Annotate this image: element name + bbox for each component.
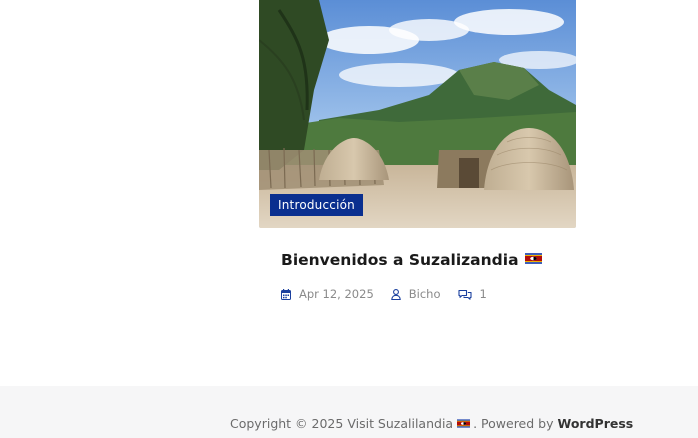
post-date[interactable]: Apr 12, 2025 bbox=[281, 287, 374, 301]
user-icon bbox=[390, 288, 401, 300]
footer-wordpress-link[interactable]: WordPress bbox=[557, 416, 633, 431]
footer-site-link[interactable]: Visit Suzalilandia bbox=[347, 416, 453, 431]
post-author-text: Bicho bbox=[408, 287, 441, 301]
calendar-icon bbox=[281, 288, 291, 300]
eswatini-flag-icon bbox=[524, 253, 542, 264]
footer-powered-by: . Powered by bbox=[473, 416, 554, 431]
footer-credits: Copyright © 2025 Visit Suzalilandia . Po… bbox=[230, 416, 633, 432]
post-title-text: Bienvenidos a Suzalizandia bbox=[281, 251, 519, 269]
site-footer: Copyright © 2025 Visit Suzalilandia . Po… bbox=[0, 386, 698, 438]
footer-copyright: Copyright © 2025 bbox=[230, 416, 344, 431]
post-title-link[interactable]: Bienvenidos a Suzalizandia bbox=[281, 248, 542, 272]
eswatini-flag-icon bbox=[457, 419, 471, 428]
post-comments-count: 1 bbox=[479, 287, 487, 301]
post-card: Introducción Bienvenidos a Suzalizandia … bbox=[259, 0, 576, 320]
post-meta: Apr 12, 2025 Bicho 1 bbox=[281, 285, 504, 303]
comments-icon bbox=[457, 289, 472, 300]
post-date-text: Apr 12, 2025 bbox=[299, 287, 374, 301]
post-author[interactable]: Bicho bbox=[390, 287, 441, 301]
post-comments[interactable]: 1 bbox=[457, 287, 487, 301]
category-tag[interactable]: Introducción bbox=[270, 194, 363, 216]
